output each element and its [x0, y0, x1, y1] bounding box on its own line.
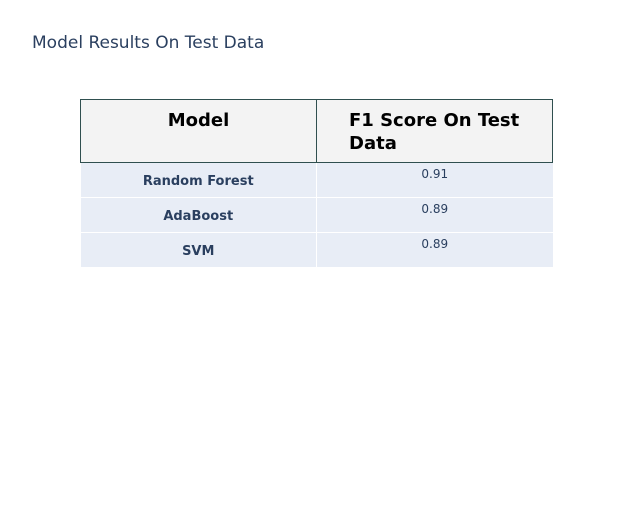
- f1-score-cell: 0.91: [316, 162, 553, 198]
- column-header-f1-score-label: F1 Score On Test Data: [349, 110, 520, 154]
- column-header-model: Model: [80, 99, 317, 163]
- f1-score-cell: 0.89: [316, 197, 553, 233]
- results-table: Model F1 Score On Test Data Random Fores…: [80, 99, 553, 268]
- model-name-cell: Random Forest: [80, 162, 317, 198]
- table-header-row: Model F1 Score On Test Data: [80, 99, 553, 163]
- table-row: SVM 0.89: [80, 232, 553, 268]
- f1-score-cell: 0.89: [316, 232, 553, 268]
- model-name-cell: SVM: [80, 232, 317, 268]
- table-row: AdaBoost 0.89: [80, 197, 553, 233]
- table-row: Random Forest 0.91: [80, 162, 553, 198]
- chart-title: Model Results On Test Data: [32, 33, 265, 53]
- model-name-cell: AdaBoost: [80, 197, 317, 233]
- column-header-f1-score: F1 Score On Test Data: [316, 99, 553, 163]
- column-header-model-label: Model: [167, 110, 230, 131]
